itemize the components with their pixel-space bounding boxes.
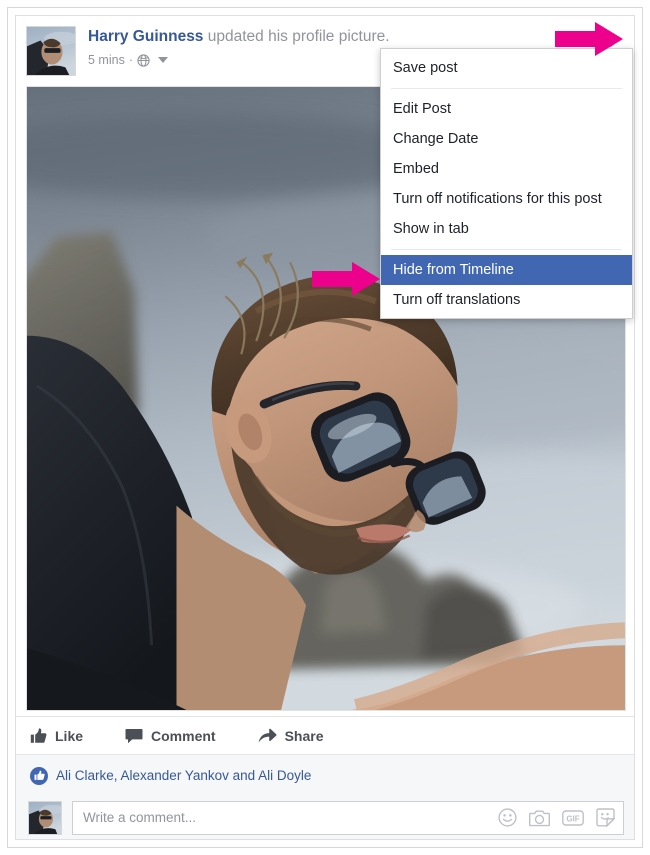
comment-bubble-icon (125, 728, 143, 743)
menu-separator (391, 88, 622, 89)
menu-item-edit-post[interactable]: Edit Post (381, 94, 632, 124)
post-action-bar: Like Comment Share (16, 716, 634, 754)
comment-composer: GIF (16, 796, 634, 839)
gif-icon[interactable]: GIF (562, 809, 584, 827)
comment-input[interactable] (83, 810, 498, 825)
menu-item-show-in-tab[interactable]: Show in tab (381, 214, 632, 244)
like-button[interactable]: Like (30, 728, 83, 744)
menu-item-change-date[interactable]: Change Date (381, 124, 632, 154)
post-title: Harry Guinness updated his profile pictu… (88, 27, 574, 46)
menu-item-save-post[interactable]: Save post (381, 53, 632, 83)
post-options-dropdown: Save post Edit Post Change Date Embed Tu… (380, 48, 633, 319)
share-button-label: Share (284, 727, 324, 744)
composer-avatar-image (29, 801, 61, 834)
thumbs-up-badge-icon (30, 766, 48, 785)
composer-avatar[interactable] (28, 800, 62, 835)
menu-separator (391, 249, 622, 250)
emoji-icon[interactable] (498, 808, 517, 827)
avatar-image (27, 27, 75, 75)
comment-button[interactable]: Comment (125, 728, 216, 744)
post-timestamp[interactable]: 5 mins (88, 53, 125, 67)
likes-names[interactable]: Ali Clarke, Alexander Yankov and Ali Doy… (56, 768, 311, 783)
sticker-icon[interactable] (596, 808, 615, 827)
globe-icon[interactable] (137, 53, 150, 67)
likes-row: Ali Clarke, Alexander Yankov and Ali Doy… (16, 754, 634, 796)
menu-item-embed[interactable]: Embed (381, 154, 632, 184)
menu-item-hide-from-timeline[interactable]: Hide from Timeline (381, 255, 632, 285)
post-author[interactable]: Harry Guinness (88, 28, 203, 45)
comment-button-label: Comment (151, 727, 216, 744)
like-button-label: Like (55, 727, 84, 744)
thumbs-up-icon (30, 727, 47, 743)
composer-icon-group: GIF (498, 808, 615, 827)
share-button[interactable]: Share (258, 728, 324, 744)
comment-input-box[interactable]: GIF (72, 800, 624, 835)
menu-item-turn-off-translations[interactable]: Turn off translations (381, 285, 632, 315)
screenshot-root: Harry Guinness updated his profile pictu… (0, 0, 650, 855)
menu-item-turn-off-notifications[interactable]: Turn off notifications for this post (381, 184, 632, 214)
meta-separator: · (128, 53, 133, 67)
camera-icon[interactable] (529, 809, 550, 827)
post-action-text: updated his profile picture. (203, 28, 390, 45)
meta-caret-icon[interactable] (158, 57, 168, 63)
svg-text:GIF: GIF (566, 814, 579, 823)
avatar[interactable] (26, 26, 76, 76)
share-arrow-icon (258, 728, 277, 742)
